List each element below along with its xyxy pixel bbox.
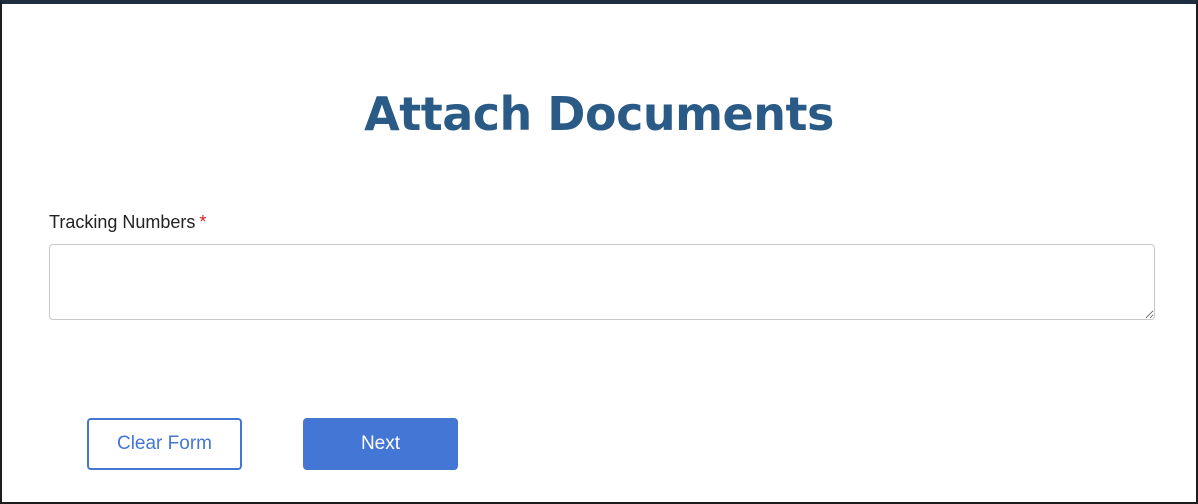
tracking-numbers-label-text: Tracking Numbers xyxy=(49,212,196,232)
form-container: Attach Documents Tracking Numbers * Clear… xyxy=(0,0,1198,504)
page-title: Attach Documents xyxy=(364,87,834,141)
tracking-numbers-textarea[interactable] xyxy=(49,244,1155,320)
next-button[interactable]: Next xyxy=(303,418,458,470)
clear-form-button[interactable]: Clear Form xyxy=(87,418,242,470)
tracking-numbers-label: Tracking Numbers * xyxy=(49,210,206,234)
required-marker: * xyxy=(199,212,207,232)
